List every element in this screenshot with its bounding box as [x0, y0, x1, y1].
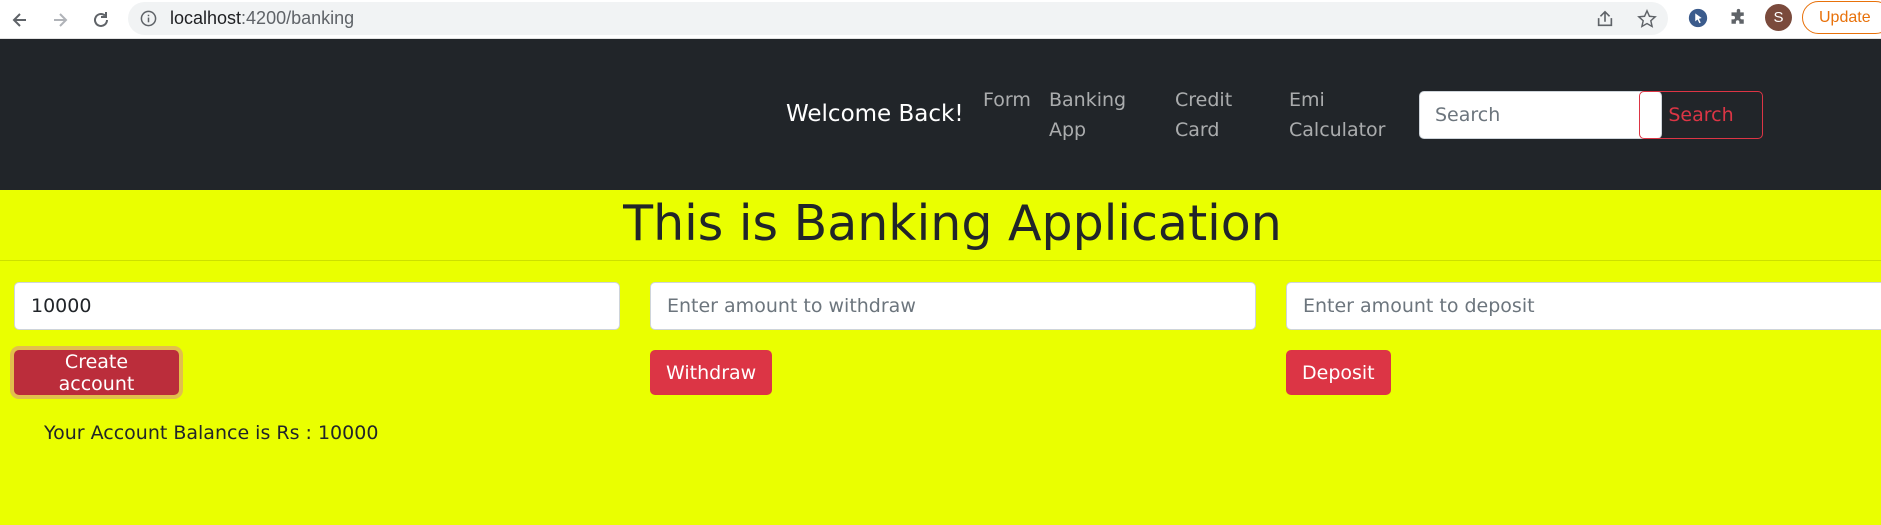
browser-toolbar: localhost:4200/banking S Update	[0, 0, 1881, 39]
search-input[interactable]	[1419, 91, 1662, 139]
nav-link-emi-calculator[interactable]: Emi Calculator	[1289, 85, 1385, 145]
navbar-brand[interactable]: Welcome Back!	[786, 101, 964, 127]
create-amount-input[interactable]	[14, 282, 620, 330]
back-arrow-icon[interactable]	[6, 6, 34, 34]
nav-link-banking-app[interactable]: Banking App	[1049, 85, 1126, 145]
navbar: Welcome Back! Form Banking App Credit Ca…	[0, 39, 1881, 190]
star-icon[interactable]	[1636, 8, 1658, 30]
create-account-button[interactable]: Create account	[14, 350, 179, 395]
withdraw-amount-input[interactable]	[650, 282, 1256, 330]
account-balance-text: Your Account Balance is Rs : 10000	[44, 422, 379, 444]
puzzle-icon[interactable]	[1725, 5, 1751, 31]
extension-icon[interactable]	[1685, 5, 1711, 31]
forward-arrow-icon[interactable]	[46, 6, 74, 34]
deposit-button[interactable]: Deposit	[1286, 350, 1391, 395]
nav-link-form[interactable]: Form	[983, 85, 1031, 115]
nav-link-credit-card[interactable]: Credit Card	[1175, 85, 1232, 145]
deposit-amount-input[interactable]	[1286, 282, 1881, 330]
withdraw-button[interactable]: Withdraw	[650, 350, 773, 395]
divider	[0, 260, 1881, 261]
avatar[interactable]: S	[1765, 4, 1792, 31]
share-icon[interactable]	[1594, 8, 1616, 30]
update-button[interactable]: Update	[1802, 1, 1881, 34]
url-text: localhost:4200/banking	[170, 8, 355, 28]
info-icon[interactable]	[140, 10, 157, 27]
reload-icon[interactable]	[87, 6, 115, 34]
main-content: This is Banking Application Create accou…	[0, 190, 1881, 525]
search-button[interactable]: Search	[1639, 91, 1763, 139]
page-title: This is Banking Application	[623, 195, 1282, 252]
address-bar[interactable]: localhost:4200/banking	[128, 2, 1668, 35]
